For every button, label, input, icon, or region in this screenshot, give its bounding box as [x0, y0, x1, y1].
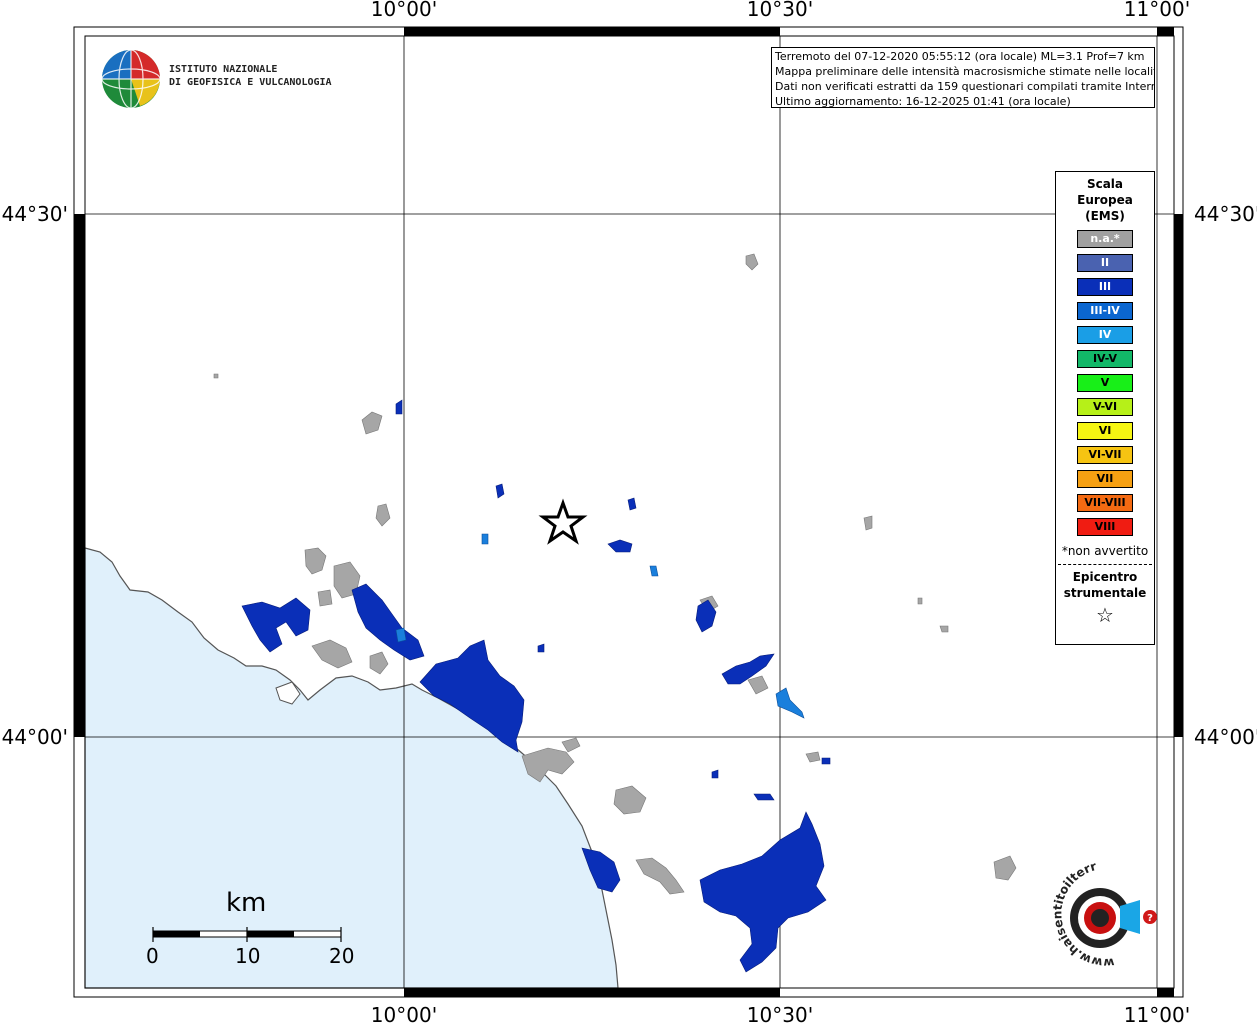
legend-items: n.a.* II III III-IV IV IV-V V V-VI VI VI-VII VII VI… — [1056, 230, 1154, 536]
legend-item: IV-V — [1077, 350, 1133, 368]
legend-item: V — [1077, 374, 1133, 392]
lon-label-bottom-1: 10°00' — [371, 1003, 437, 1024]
legend-title-line2: Europea — [1077, 193, 1133, 207]
scalebar-label-0: 0 — [146, 944, 159, 968]
legend-item: VII-VIII — [1077, 494, 1133, 512]
scalebar-unit: km — [226, 888, 267, 918]
svg-text:?: ? — [1147, 913, 1153, 924]
legend-star-icon: ☆ — [1096, 603, 1114, 627]
ingv-logo: ISTITUTO NAZIONALE DI GEOFISICA E VULCAN… — [100, 48, 332, 110]
lon-label-bottom-3: 11°00' — [1124, 1003, 1190, 1024]
legend-epicenter-label: Epicentro strumentale — [1056, 569, 1154, 601]
lon-label-top-1: 10°00' — [371, 0, 437, 21]
ingv-globe-icon — [101, 49, 161, 109]
lat-label-left-2: 44°00' — [2, 725, 68, 749]
legend-item: VI — [1077, 422, 1133, 440]
ingv-name-line2: DI GEOFISICA E VULCANOLOGIA — [169, 77, 332, 88]
legend-item: VI-VII — [1077, 446, 1133, 464]
legend-epicenter-line2: strumentale — [1063, 586, 1147, 600]
longitude-labels-top: 10°00' 10°30' 11°00' — [371, 0, 1190, 21]
scalebar-label-10: 10 — [235, 944, 261, 968]
ingv-name: ISTITUTO NAZIONALE DI GEOFISICA E VULCAN… — [169, 63, 332, 89]
legend-epicenter-line1: Epicentro — [1072, 570, 1138, 584]
legend-not-felt-note: *non avvertito — [1061, 544, 1149, 558]
lat-label-right-1: 44°30' — [1194, 202, 1257, 226]
scalebar-label-20: 20 — [329, 944, 355, 968]
ingv-name-line1: ISTITUTO NAZIONALE — [169, 64, 278, 75]
legend-title: Scala Europea (EMS) — [1056, 176, 1154, 224]
latitude-labels-left: 44°30' 44°00' — [2, 202, 68, 749]
legend-title-line1: Scala — [1086, 177, 1124, 191]
epicenter-star — [538, 498, 588, 545]
haisentito-logo: ? www.haisentitoilterremoto.it — [1038, 860, 1157, 990]
earthquake-info-box: Terremoto del 07-12-2020 05:55:12 (ora l… — [771, 47, 1155, 108]
legend-item: n.a.* — [1077, 230, 1133, 248]
info-line-1: Terremoto del 07-12-2020 05:55:12 (ora l… — [775, 50, 1145, 63]
legend-item: V-VI — [1077, 398, 1133, 416]
legend-item: III — [1077, 278, 1133, 296]
lat-label-left-1: 44°30' — [2, 202, 68, 226]
lon-label-top-2: 10°30' — [747, 0, 813, 21]
info-line-2: Mappa preliminare delle intensità macros… — [775, 65, 1155, 78]
legend-item: VII — [1077, 470, 1133, 488]
legend-item: III-IV — [1077, 302, 1133, 320]
longitude-labels-bottom: 10°00' 10°30' 11°00' — [371, 1003, 1190, 1024]
lon-label-top-3: 11°00' — [1124, 0, 1190, 21]
legend-title-line3: (EMS) — [1085, 209, 1125, 223]
lat-label-right-2: 44°00' — [1194, 725, 1257, 749]
legend-separator — [1058, 564, 1152, 565]
legend-item: VIII — [1077, 518, 1133, 536]
legend-item: II — [1077, 254, 1133, 272]
info-line-3: Dati non verificati estratti da 159 ques… — [775, 80, 1155, 93]
info-line-4: Ultimo aggiornamento: 16-12-2025 01:41 (… — [775, 95, 1071, 108]
ems-legend: Scala Europea (EMS) n.a.* II III III-IV IV IV… — [1055, 171, 1155, 645]
legend-item: IV — [1077, 326, 1133, 344]
latitude-labels-right: 44°30' 44°00' — [1194, 202, 1257, 749]
lon-label-bottom-2: 10°30' — [747, 1003, 813, 1024]
